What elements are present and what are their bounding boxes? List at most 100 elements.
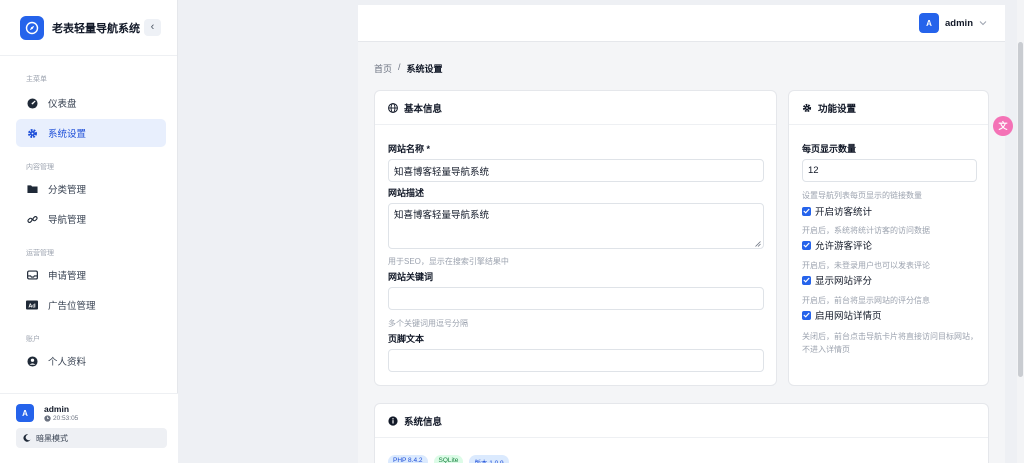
group-title-content: 内容管理 <box>26 164 54 171</box>
detail-page-hint: 关闭后，前台点击导航卡片将直接访问目标网站，不进入详情页 <box>802 332 978 354</box>
collapse-sidebar-button[interactable]: ‹ <box>144 19 161 36</box>
brand-name: 老表轻量导航系统 <box>52 22 140 35</box>
feature-settings-card: 功能设置 每页显示数量 12 设置导航列表每页显示的链接数量 开启访客统计 开启… <box>788 90 989 386</box>
check-icon <box>802 240 811 250</box>
dark-mode-label: 暗黑模式 <box>36 433 68 443</box>
topbar: A admin <box>358 5 1005 42</box>
sidebar-item-label: 广告位管理 <box>48 301 96 312</box>
checkbox-label: 允许游客评论 <box>815 241 873 252</box>
sidebar-item-categories[interactable]: 分类管理 <box>16 175 166 203</box>
check-icon <box>802 310 811 320</box>
site-name-input[interactable]: 知喜博客轻量导航系统 <box>388 159 764 182</box>
detail-page-checkbox[interactable]: 启用网站详情页 <box>802 308 882 322</box>
per-page-hint: 设置导航列表每页显示的链接数量 <box>802 191 922 200</box>
php-version-badge: PHP 8.4.2 <box>388 455 428 463</box>
resize-handle-icon <box>755 241 761 247</box>
sidebar-user-panel: A admin 20:53:05 暗黑模式 <box>0 393 178 463</box>
checkbox-label: 显示网站评分 <box>815 276 873 287</box>
sidebar-item-label: 申请管理 <box>48 271 87 282</box>
inbox-icon <box>26 269 38 281</box>
version-badges: PHP 8.4.2 SQLite 版本 1.0.9 <box>388 455 509 463</box>
breadcrumb-separator: / <box>398 62 401 72</box>
clock-time: 20:53:05 <box>53 415 79 422</box>
check-icon <box>802 206 811 216</box>
user-menu-label[interactable]: admin <box>945 18 973 29</box>
compass-icon <box>20 15 44 40</box>
sidebar-item-applications[interactable]: 申请管理 <box>16 261 166 289</box>
site-rating-hint: 开启后，前台将显示网站的评分信息 <box>802 296 930 305</box>
sidebar-item-label: 系统设置 <box>48 129 87 140</box>
globe-icon <box>388 102 398 113</box>
moon-icon <box>23 434 31 442</box>
content-gutter <box>178 0 358 463</box>
group-title-operations: 运营管理 <box>26 250 54 257</box>
chevron-down-icon[interactable] <box>979 19 987 28</box>
keywords-label: 网站关键词 <box>388 272 434 282</box>
visitor-stats-hint: 开启后，系统将统计访客的访问数据 <box>802 226 930 235</box>
checkbox-label: 开启访客统计 <box>815 207 873 218</box>
sidebar: 老表轻量导航系统 ‹ 主菜单 仪表盘 系统设置 内容管理 分类管理 导航管理 运… <box>0 0 178 463</box>
site-desc-label: 网站描述 <box>388 188 425 198</box>
site-desc-textarea[interactable]: 知喜博客轻量导航系统 <box>388 203 764 249</box>
site-name-label: 网站名称 * <box>388 144 431 154</box>
breadcrumb: 首页 / 系统设置 <box>374 62 443 75</box>
gear-icon <box>26 127 38 139</box>
folder-icon <box>26 183 38 195</box>
gear-icon <box>802 103 812 113</box>
basic-info-card: 基本信息 网站名称 * 知喜博客轻量导航系统 网站描述 知喜博客轻量导航系统 用… <box>374 90 777 386</box>
per-page-label: 每页显示数量 <box>802 144 857 154</box>
footer-text-input[interactable] <box>388 349 764 372</box>
keywords-hint: 多个关键词用逗号分隔 <box>388 319 468 328</box>
check-icon <box>802 275 811 285</box>
site-desc-value: 知喜博客轻量导航系统 <box>394 210 490 221</box>
sidebar-item-label: 仪表盘 <box>48 99 77 110</box>
sidebar-username: admin <box>44 404 70 414</box>
svg-text:文: 文 <box>997 120 1008 132</box>
database-badge: SQLite <box>433 455 464 463</box>
group-title-main: 主菜单 <box>26 76 47 83</box>
app-version-badge: 版本 1.0.9 <box>469 455 509 463</box>
card-title: 系统信息 <box>404 416 443 428</box>
visitor-stats-checkbox[interactable]: 开启访客统计 <box>802 204 872 218</box>
keywords-input[interactable] <box>388 287 764 310</box>
per-page-input[interactable]: 12 <box>802 159 977 182</box>
scrollbar-thumb[interactable] <box>1018 42 1023 377</box>
system-info-card: 系统信息 PHP 8.4.2 SQLite 版本 1.0.9 <box>374 403 989 463</box>
breadcrumb-current: 系统设置 <box>406 64 443 74</box>
sidebar-item-profile[interactable]: 个人资料 <box>16 347 166 375</box>
dashboard-icon <box>26 97 38 109</box>
user-icon <box>26 355 38 367</box>
clock-icon <box>44 415 51 422</box>
guest-comments-checkbox[interactable]: 允许游客评论 <box>802 238 872 252</box>
card-header: 系统信息 <box>375 404 988 438</box>
site-desc-hint: 用于SEO，显示在搜索引擎结果中 <box>388 257 509 266</box>
sidebar-item-label: 导航管理 <box>48 215 87 226</box>
sidebar-clock: 20:53:05 <box>44 415 78 422</box>
footer-text-label: 页脚文本 <box>388 334 425 344</box>
link-icon <box>26 213 38 225</box>
sidebar-item-label: 分类管理 <box>48 185 87 196</box>
brand: 老表轻量导航系统 ‹ <box>0 0 177 56</box>
guest-comments-hint: 开启后，未登录用户也可以发表评论 <box>802 261 930 270</box>
sidebar-item-settings[interactable]: 系统设置 <box>16 119 166 147</box>
svg-text:Ad: Ad <box>28 303 35 309</box>
sidebar-item-dashboard[interactable]: 仪表盘 <box>16 89 166 117</box>
card-header: 功能设置 <box>789 91 988 125</box>
sidebar-item-label: 个人资料 <box>48 357 87 368</box>
info-icon <box>388 415 398 426</box>
sidebar-item-links[interactable]: 导航管理 <box>16 205 166 233</box>
main-content: 首页 / 系统设置 基本信息 网站名称 * 知喜博客轻量导航系统 网站描述 知喜… <box>358 42 1005 463</box>
translate-icon[interactable]: 文 <box>993 116 1013 136</box>
dark-mode-button[interactable]: 暗黑模式 <box>16 428 167 448</box>
breadcrumb-home[interactable]: 首页 <box>374 62 392 75</box>
sidebar-item-ads[interactable]: Ad 广告位管理 <box>16 291 166 319</box>
avatar: A <box>16 404 34 422</box>
site-rating-checkbox[interactable]: 显示网站评分 <box>802 273 872 287</box>
ad-icon: Ad <box>26 299 38 311</box>
card-header: 基本信息 <box>375 91 776 125</box>
card-title: 功能设置 <box>818 103 857 115</box>
group-title-account: 账户 <box>26 336 40 343</box>
card-title: 基本信息 <box>404 103 443 115</box>
avatar[interactable]: A <box>919 13 940 33</box>
checkbox-label: 启用网站详情页 <box>815 311 882 322</box>
